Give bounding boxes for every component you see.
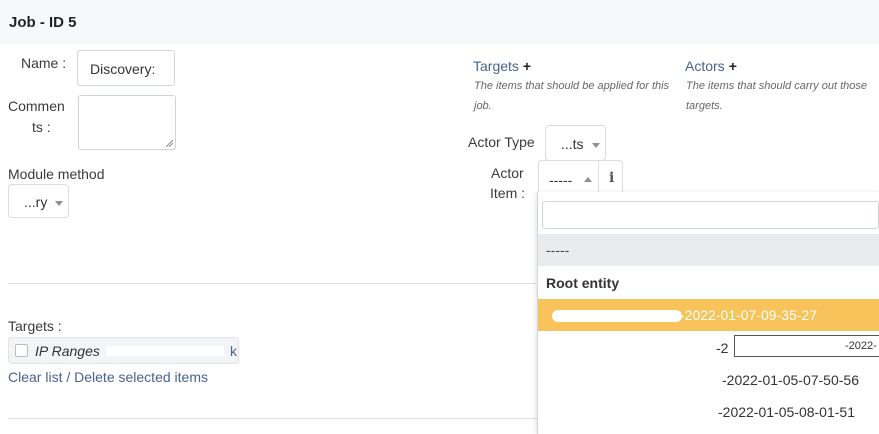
module-method-label: Module method — [8, 166, 105, 182]
dropdown-group-root-entity: Root entity — [546, 275, 620, 291]
dropdown-option[interactable]: -2022-01-05-08-01-51 — [538, 396, 879, 428]
delete-selected-link[interactable]: Delete selected items — [74, 369, 208, 385]
resize-handle-icon[interactable] — [166, 140, 173, 147]
target-item-suffix: k — [230, 343, 237, 359]
actors-title[interactable]: Actors — [685, 58, 725, 74]
actor-item-label-line2: Item : — [490, 185, 526, 201]
separator: / — [66, 369, 71, 385]
actor-item-select[interactable]: ----- — [538, 160, 599, 196]
tooltip: -2022- — [734, 335, 879, 357]
actor-item-value: ----- — [549, 172, 573, 188]
dropdown-option[interactable]: -2022-01-05-07-50-56 — [538, 364, 879, 396]
actor-type-label: Actor Type — [468, 134, 535, 150]
actors-heading[interactable]: Actors + — [685, 58, 737, 74]
dropdown-option[interactable]: -2 -2022- — [538, 332, 879, 364]
targets-list-actions: Clear list / Delete selected items — [8, 369, 208, 385]
actors-help: The items that should carry out those ta… — [686, 80, 867, 112]
redacted-text — [106, 346, 224, 356]
targets-list-label: Targets : — [8, 318, 62, 334]
dropdown-option-text: -2022-01-05-07-50-56 — [722, 372, 859, 388]
name-label: Name : — [21, 55, 67, 71]
chevron-up-icon — [584, 177, 592, 182]
targets-heading[interactable]: Targets + — [473, 58, 531, 74]
header-bar — [0, 0, 879, 44]
dropdown-option-text: -2 — [716, 340, 729, 356]
target-item[interactable]: IP Ranges k — [8, 337, 239, 364]
chevron-down-icon — [55, 201, 63, 206]
name-input-value: Discovery: — [90, 61, 156, 77]
add-target-icon[interactable]: + — [523, 58, 531, 74]
actor-type-select[interactable]: ...ts — [545, 125, 606, 161]
actor-item-label-line1: Actor — [491, 165, 524, 181]
dropdown-option-text: -2022-01-05-08-01-51 — [718, 404, 855, 420]
module-method-select[interactable]: ...ry — [8, 184, 69, 218]
page-title: Job - ID 5 — [9, 14, 77, 31]
comments-textarea[interactable] — [78, 95, 176, 150]
chevron-down-icon — [592, 143, 600, 148]
target-item-checkbox[interactable] — [15, 344, 28, 357]
add-actor-icon[interactable]: + — [729, 58, 737, 74]
dropdown-option-highlighted[interactable]: -2022-01-07-09-35-27 — [538, 299, 879, 331]
dropdown-option-text: -2022-01-07-09-35-27 — [680, 307, 817, 323]
targets-help: The items that should be applied for thi… — [474, 80, 670, 112]
target-item-label: IP Ranges — [35, 343, 100, 359]
dropdown-option-blank[interactable]: ----- — [538, 234, 879, 266]
info-icon: i — [609, 170, 615, 186]
dropdown-search-input[interactable] — [542, 201, 879, 229]
targets-title[interactable]: Targets — [473, 58, 519, 74]
divider — [8, 418, 538, 419]
redacted-text — [552, 310, 682, 322]
info-button[interactable]: i — [598, 160, 623, 196]
divider — [8, 283, 538, 284]
name-input[interactable]: Discovery: — [77, 50, 175, 86]
module-method-value: ...ry — [24, 194, 48, 210]
clear-list-link[interactable]: Clear list — [8, 369, 62, 385]
actor-type-value: ...ts — [561, 136, 584, 152]
comments-label-line2: ts : — [32, 119, 51, 135]
comments-label-line1: Commen — [8, 98, 65, 114]
